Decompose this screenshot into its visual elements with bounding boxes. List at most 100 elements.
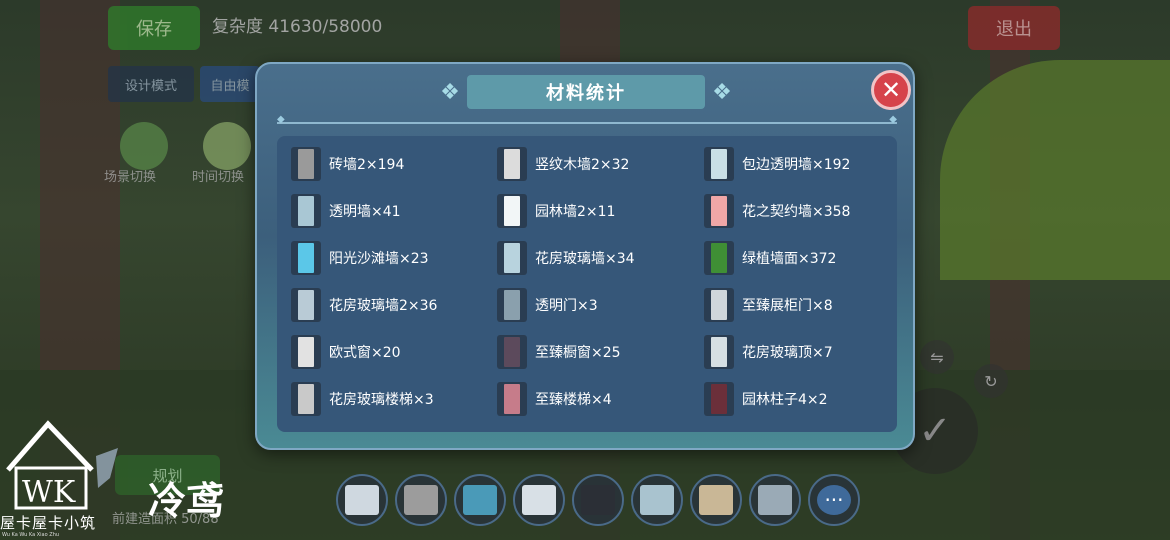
material-label: 花房玻璃墙2×36 bbox=[329, 298, 438, 314]
material-swatch bbox=[504, 149, 520, 179]
material-icon bbox=[704, 335, 734, 369]
arch-door-tool[interactable] bbox=[454, 474, 506, 526]
time-switch-icon[interactable] bbox=[203, 122, 251, 170]
scene-switch-label: 场景切换 bbox=[104, 170, 157, 185]
material-swatch bbox=[298, 243, 314, 273]
rotate-icon[interactable]: ↻ bbox=[974, 364, 1008, 398]
background-hill bbox=[940, 60, 1170, 280]
material-icon bbox=[497, 241, 527, 275]
more-tool[interactable]: ··· bbox=[808, 474, 860, 526]
time-switch-label: 时间切换 bbox=[192, 170, 245, 185]
dialog-title: 材料统计 bbox=[467, 75, 705, 109]
material-icon bbox=[704, 288, 734, 322]
free-mode-tab[interactable]: 自由模 bbox=[200, 66, 260, 102]
complexity-counter: 复杂度 41630/58000 bbox=[212, 17, 383, 37]
material-icon bbox=[291, 288, 321, 322]
material-icon bbox=[497, 335, 527, 369]
window-tool[interactable] bbox=[513, 474, 565, 526]
material-icon bbox=[704, 194, 734, 228]
material-label: 透明门×3 bbox=[535, 298, 598, 314]
material-swatch bbox=[711, 384, 727, 414]
material-icon bbox=[291, 147, 321, 181]
materials-panel: 砖墙2×194 竖纹木墙2×32 包边透明墙×192 透明墙×41 园林墙2×11 花之契… bbox=[277, 136, 897, 432]
window-tool-icon bbox=[522, 485, 556, 515]
save-button[interactable]: 保存 bbox=[108, 6, 200, 50]
floor-tile-tool-icon bbox=[699, 485, 733, 515]
materials-grid: 砖墙2×194 竖纹木墙2×32 包边透明墙×192 透明墙×41 园林墙2×11 花之契… bbox=[291, 146, 891, 426]
author-signature: 冷鸢 bbox=[148, 478, 225, 523]
glass-panel-tool[interactable] bbox=[631, 474, 683, 526]
logo-text: 屋卡屋卡小筑 bbox=[0, 514, 97, 532]
material-item: 花房玻璃楼梯×3 bbox=[291, 381, 434, 417]
build-toolbar: ··· bbox=[336, 474, 860, 528]
banner-ornament-right-icon: ❖ bbox=[712, 80, 732, 105]
material-item: 欧式窗×20 bbox=[291, 334, 401, 370]
material-swatch bbox=[504, 290, 520, 320]
material-swatch bbox=[298, 290, 314, 320]
material-icon bbox=[291, 241, 321, 275]
material-swatch bbox=[711, 290, 727, 320]
material-icon bbox=[291, 382, 321, 416]
roof-tile-tool-icon bbox=[758, 485, 792, 515]
material-stats-dialog: ❖ 材料统计 ❖ ✕ 砖墙2×194 竖纹木墙2×32 包边透明墙×192 透明墙×4… bbox=[255, 62, 915, 450]
material-label: 绿植墙面×372 bbox=[742, 251, 837, 267]
material-icon bbox=[497, 147, 527, 181]
material-icon bbox=[291, 335, 321, 369]
material-icon bbox=[704, 147, 734, 181]
checkmark-icon: ✓ bbox=[918, 408, 952, 454]
material-item: 透明墙×41 bbox=[291, 193, 401, 229]
material-item: 砖墙2×194 bbox=[291, 146, 404, 182]
logo-subtext: Wu Ka Wu Ka Xiao Zhu bbox=[2, 532, 60, 538]
material-icon bbox=[497, 288, 527, 322]
material-label: 砖墙2×194 bbox=[329, 157, 405, 173]
glass-panel-tool-icon bbox=[640, 485, 674, 515]
roof-tile-tool[interactable] bbox=[749, 474, 801, 526]
material-label: 阳光沙滩墙×23 bbox=[329, 251, 429, 267]
material-label: 花之契约墙×358 bbox=[742, 204, 851, 220]
material-item: 花房玻璃顶×7 bbox=[704, 334, 833, 370]
material-swatch bbox=[504, 384, 520, 414]
dark-glass-tool[interactable] bbox=[572, 474, 624, 526]
material-item: 至臻展柜门×8 bbox=[704, 287, 833, 323]
material-swatch bbox=[298, 196, 314, 226]
banner-ornament-left-icon: ❖ bbox=[440, 80, 460, 105]
material-label: 竖纹木墙2×32 bbox=[535, 157, 630, 173]
material-label: 透明墙×41 bbox=[329, 204, 401, 220]
more-tool-icon: ··· bbox=[817, 485, 851, 515]
material-swatch bbox=[298, 149, 314, 179]
material-item: 花房玻璃墙2×36 bbox=[291, 287, 437, 323]
brick-wall-tool[interactable] bbox=[395, 474, 447, 526]
material-label: 至臻展柜门×8 bbox=[742, 298, 833, 314]
material-item: 园林柱子4×2 bbox=[704, 381, 828, 417]
material-label: 包边透明墙×192 bbox=[742, 157, 851, 173]
material-label: 园林柱子4×2 bbox=[742, 392, 828, 408]
material-swatch bbox=[711, 196, 727, 226]
material-swatch bbox=[504, 243, 520, 273]
mirror-icon[interactable]: ⇋ bbox=[920, 340, 954, 374]
material-swatch bbox=[504, 196, 520, 226]
close-button[interactable]: ✕ bbox=[871, 70, 911, 110]
eraser-tool-icon bbox=[345, 485, 379, 515]
material-item: 花之契约墙×358 bbox=[704, 193, 850, 229]
material-item: 园林墙2×11 bbox=[497, 193, 615, 229]
material-item: 至臻橱窗×25 bbox=[497, 334, 621, 370]
design-mode-tab[interactable]: 设计模式 bbox=[108, 66, 194, 102]
eraser-tool[interactable] bbox=[336, 474, 388, 526]
material-label: 欧式窗×20 bbox=[329, 345, 401, 361]
scene-switch-icon[interactable] bbox=[120, 122, 168, 170]
material-item: 绿植墙面×372 bbox=[704, 240, 836, 276]
dark-glass-tool-icon bbox=[581, 485, 615, 515]
material-item: 包边透明墙×192 bbox=[704, 146, 850, 182]
material-swatch bbox=[298, 337, 314, 367]
material-item: 花房玻璃墙×34 bbox=[497, 240, 635, 276]
arch-door-tool-icon bbox=[463, 485, 497, 515]
exit-button[interactable]: 退出 bbox=[968, 6, 1060, 50]
material-item: 透明门×3 bbox=[497, 287, 598, 323]
logo-mark: WK bbox=[22, 475, 76, 510]
material-label: 至臻楼梯×4 bbox=[535, 392, 612, 408]
material-label: 花房玻璃楼梯×3 bbox=[329, 392, 434, 408]
material-icon bbox=[704, 241, 734, 275]
material-label: 至臻橱窗×25 bbox=[535, 345, 621, 361]
floor-tile-tool[interactable] bbox=[690, 474, 742, 526]
material-swatch bbox=[711, 149, 727, 179]
